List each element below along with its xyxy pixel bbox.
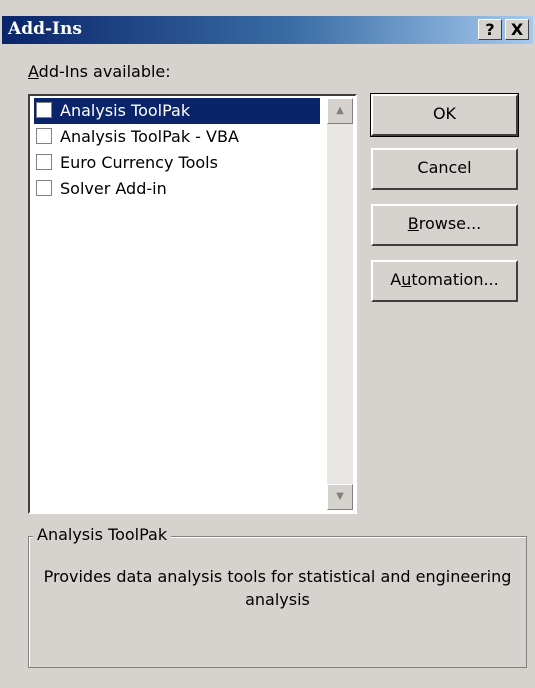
list-item-label: Solver Add-in: [60, 179, 167, 198]
list-item-label: Analysis ToolPak - VBA: [60, 127, 239, 146]
analysis-toolpak-vba-checkbox[interactable]: [36, 128, 52, 144]
euro-currency-tools-checkbox[interactable]: [36, 154, 52, 170]
list-item-analysis-toolpak[interactable]: Analysis ToolPak: [34, 98, 320, 124]
list-item-analysis-toolpak-vba[interactable]: Analysis ToolPak - VBA: [34, 124, 320, 150]
browse-label: rowse...: [418, 214, 482, 233]
window-title: Add-Ins: [8, 19, 82, 39]
automation-label-rest: tomation...: [411, 270, 499, 289]
scroll-down-icon[interactable]: ▼: [327, 484, 353, 510]
add-ins-list: Analysis ToolPak Analysis ToolPak - VBA …: [34, 98, 320, 202]
browse-button[interactable]: Browse...: [371, 204, 518, 246]
automation-button[interactable]: Automation...: [371, 260, 518, 302]
description-title: Analysis ToolPak: [33, 525, 172, 544]
close-button[interactable]: X: [505, 19, 529, 40]
solver-add-in-checkbox[interactable]: [36, 180, 52, 196]
ok-button[interactable]: OK: [370, 93, 519, 137]
help-button[interactable]: ?: [478, 19, 502, 40]
automation-label-pre: A: [390, 270, 402, 289]
cancel-button[interactable]: Cancel: [371, 148, 518, 190]
list-item-label: Analysis ToolPak: [60, 101, 191, 120]
description-text: Provides data analysis tools for statist…: [43, 567, 512, 609]
scroll-up-icon[interactable]: ▲: [327, 98, 353, 124]
label-text: dd-Ins available:: [38, 62, 171, 81]
add-ins-available-label: Add-Ins available:: [28, 62, 171, 81]
label-mnemonic: A: [28, 62, 39, 81]
analysis-toolpak-checkbox[interactable]: [36, 102, 52, 118]
browse-mnemonic: B: [407, 214, 419, 233]
description-groupbox: Analysis ToolPak Provides data analysis …: [28, 525, 527, 668]
title-bar[interactable]: Add-Ins ? X: [2, 16, 533, 44]
list-item-solver-add-in[interactable]: Solver Add-in: [34, 176, 320, 202]
automation-mnemonic: u: [401, 270, 412, 289]
list-item-euro-currency-tools[interactable]: Euro Currency Tools: [34, 150, 320, 176]
vertical-scrollbar[interactable]: ▲ ▼: [327, 98, 353, 510]
add-ins-listbox[interactable]: Analysis ToolPak Analysis ToolPak - VBA …: [28, 94, 357, 514]
add-ins-dialog: Add-Ins ? X Add-Ins available: Analysis …: [0, 0, 535, 688]
list-item-label: Euro Currency Tools: [60, 153, 218, 172]
